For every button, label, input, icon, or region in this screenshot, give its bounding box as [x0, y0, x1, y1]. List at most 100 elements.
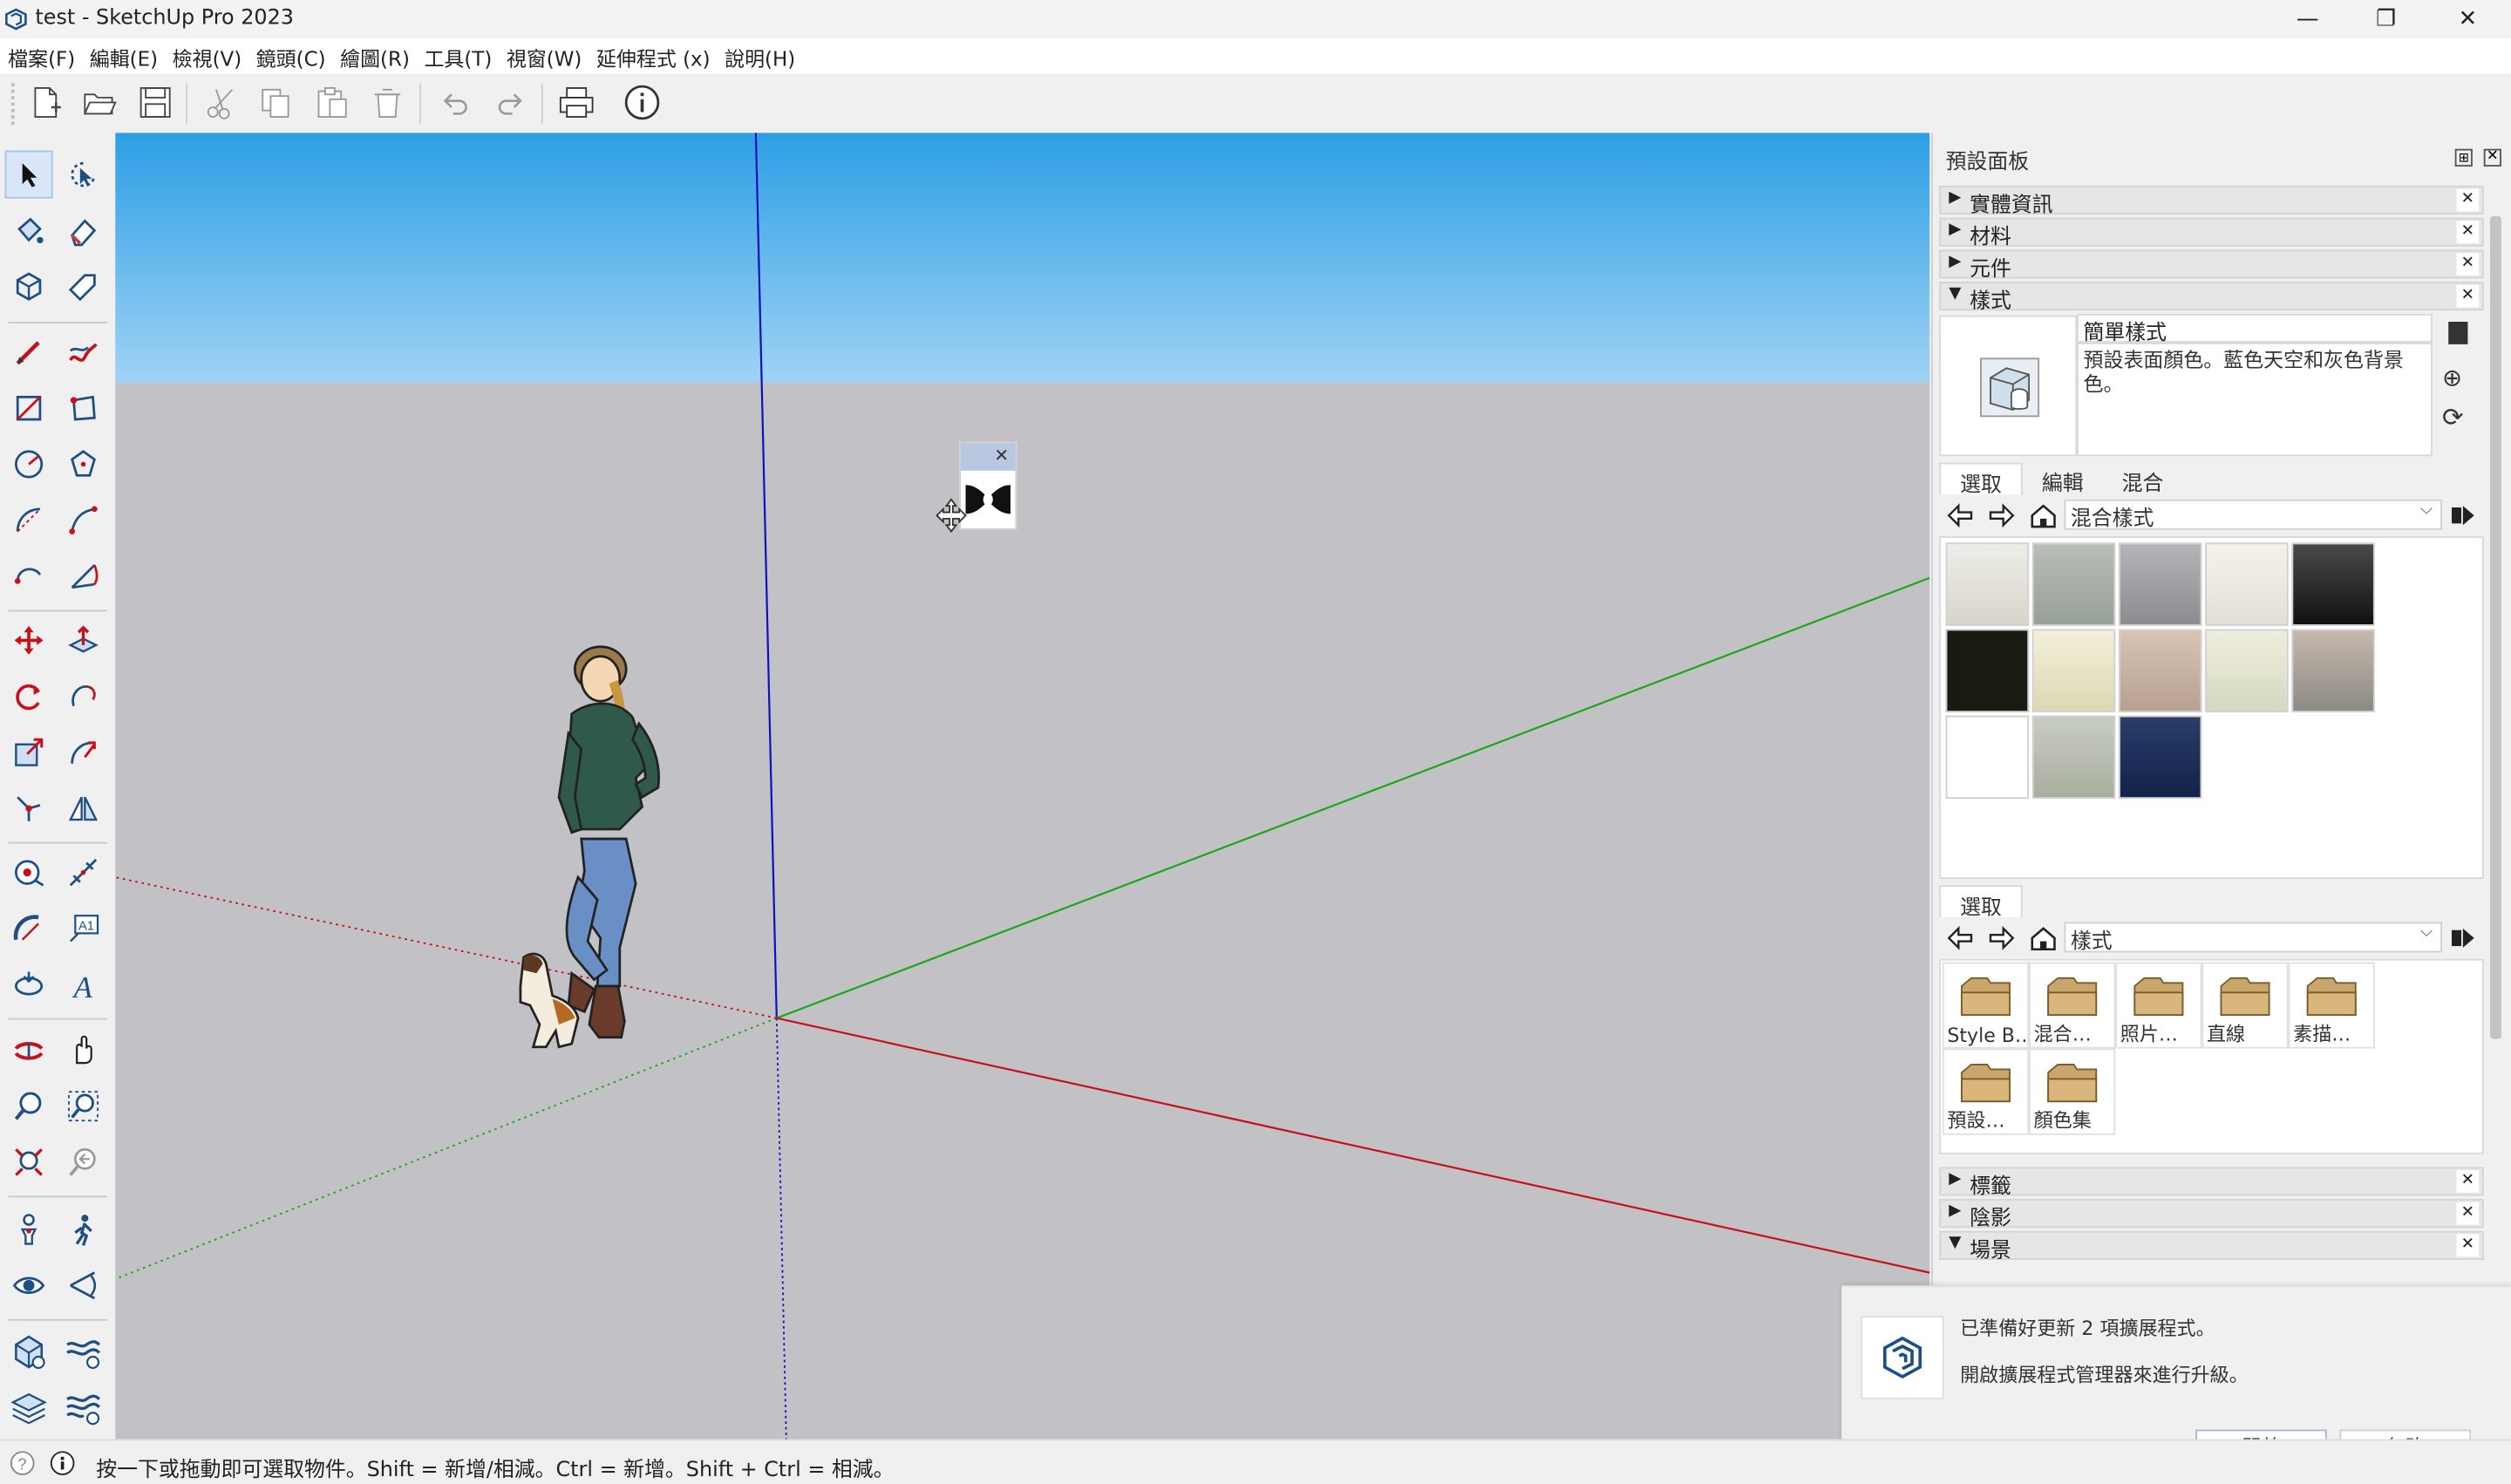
text-tool-icon[interactable]: A1	[59, 904, 107, 952]
eraser-tool-icon[interactable]	[59, 207, 107, 255]
instructor-info-icon[interactable]	[50, 1450, 75, 1475]
paste-icon[interactable]	[309, 80, 353, 125]
style-thumbnail[interactable]	[2205, 629, 2289, 713]
panel-tags[interactable]: ▶ 標籤 ✕	[1939, 1167, 2484, 1199]
new-file-icon[interactable]	[23, 80, 67, 125]
style-thumbnail[interactable]	[2118, 715, 2202, 800]
folder-item[interactable]: 顏色集	[2029, 1048, 2116, 1135]
style-collection-select[interactable]: 混合樣式 ⌵	[2064, 499, 2442, 532]
tag-tool-icon[interactable]	[59, 262, 107, 310]
sandbox-from-scratch-icon[interactable]	[59, 1329, 107, 1377]
menu-camera[interactable]: 鏡頭(C)	[256, 41, 326, 71]
zoom-tool-icon[interactable]	[5, 1082, 53, 1130]
cut-icon[interactable]	[199, 80, 243, 125]
zoom-extents-tool-icon[interactable]	[5, 1138, 53, 1186]
minimize-button[interactable]: —	[2269, 0, 2346, 38]
push-pull-tool-icon[interactable]	[59, 616, 107, 664]
model-viewport[interactable]: ✕	[115, 133, 1930, 1440]
circle-tool-icon[interactable]	[5, 440, 53, 488]
style-thumbnail[interactable]	[2118, 629, 2202, 713]
zoom-window-tool-icon[interactable]	[59, 1082, 107, 1130]
scale-figure-person[interactable]	[507, 637, 716, 1070]
folder-item[interactable]: 預設…	[1942, 1048, 2030, 1135]
style-description-field[interactable]: 預設表面顏色。藍色天空和灰色背景色。	[2077, 342, 2433, 457]
sandbox-smoove-icon[interactable]	[59, 1385, 107, 1433]
rotate-tool-icon[interactable]	[5, 672, 53, 720]
3d-text-tool-icon[interactable]: A	[59, 961, 107, 1009]
look-around-tool-icon[interactable]	[5, 1262, 53, 1310]
menu-help[interactable]: 說明(H)	[725, 41, 795, 71]
paint-bucket-tool-icon[interactable]	[5, 207, 53, 255]
sandbox-from-contours-icon[interactable]	[5, 1329, 53, 1377]
close-tray-icon[interactable]: ✕	[2483, 148, 2501, 167]
panel-scenes[interactable]: ▼ 場景 ✕	[1939, 1230, 2484, 1263]
section-plane-tool-icon[interactable]	[5, 961, 53, 1009]
menu-file[interactable]: 檔案(F)	[8, 41, 75, 71]
home-icon[interactable]	[2029, 503, 2058, 528]
close-icon[interactable]: ✕	[2456, 1201, 2480, 1225]
rectangle-tool-icon[interactable]	[5, 385, 53, 432]
panel-shadows[interactable]: ▶ 陰影 ✕	[1939, 1199, 2484, 1231]
secondary-collection-select[interactable]: 樣式 ⌵	[2064, 922, 2442, 954]
close-icon[interactable]: ✕	[2456, 1170, 2480, 1193]
tray-scrollbar-thumb[interactable]	[2490, 215, 2501, 1039]
freehand-tool-icon[interactable]	[59, 328, 107, 376]
bow-tie-icon[interactable]	[961, 475, 1015, 523]
close-icon[interactable]: ✕	[2456, 1234, 2480, 1257]
menu-extensions[interactable]: 延伸程式 (x)	[596, 41, 711, 71]
previous-view-tool-icon[interactable]	[59, 1138, 107, 1186]
toolbar-grip[interactable]	[10, 83, 17, 126]
pin-tray-icon[interactable]: ⊞	[2454, 148, 2473, 167]
print-icon[interactable]	[554, 80, 598, 125]
geo-location-icon[interactable]: ?	[10, 1450, 35, 1475]
update-style-icon[interactable]	[2448, 322, 2468, 344]
close-icon[interactable]: ✕	[2456, 284, 2480, 308]
folder-item[interactable]: 照片…	[2115, 962, 2202, 1049]
tab-edit[interactable]: 編輯	[2023, 463, 2103, 497]
protractor-tool-icon[interactable]	[5, 904, 53, 952]
style-thumbnail[interactable]	[2031, 542, 2116, 626]
axes-tool-icon[interactable]	[5, 785, 53, 833]
save-icon[interactable]	[133, 80, 177, 125]
refresh-icon[interactable]: ⟳	[2442, 402, 2464, 432]
undo-icon[interactable]	[432, 80, 477, 125]
panel-components[interactable]: ▶ 元件 ✕	[1939, 249, 2484, 282]
follow-me-tool-icon[interactable]	[59, 672, 107, 720]
close-icon[interactable]: ✕	[2456, 253, 2480, 276]
home-icon[interactable]	[2029, 925, 2058, 951]
menu-view[interactable]: 檢視(V)	[173, 41, 242, 71]
pie-tool-icon[interactable]	[59, 552, 107, 600]
move-tool-icon[interactable]	[5, 616, 53, 664]
three-point-arc-tool-icon[interactable]	[5, 552, 53, 600]
folder-item[interactable]: 素描…	[2288, 962, 2375, 1049]
menu-draw[interactable]: 繪圖(R)	[340, 41, 410, 71]
tape-measure-tool-icon[interactable]	[5, 848, 53, 896]
panel-styles[interactable]: ▼ 樣式 ✕	[1939, 282, 2484, 314]
style-thumbnail[interactable]	[2031, 629, 2116, 713]
offset-tool-icon[interactable]	[59, 728, 107, 776]
scale-tool-icon[interactable]	[5, 728, 53, 776]
style-thumbnail[interactable]	[2118, 542, 2202, 626]
folder-item[interactable]: Style B…	[1942, 962, 2031, 1049]
close-window-button[interactable]: ✕	[2429, 0, 2506, 38]
flip-tool-icon[interactable]	[59, 785, 107, 833]
arc-tool-icon[interactable]	[5, 496, 53, 544]
style-thumbnail[interactable]	[1945, 629, 2030, 713]
folder-item[interactable]: 直線	[2201, 962, 2289, 1049]
two-point-arc-tool-icon[interactable]	[59, 496, 107, 544]
position-camera-tool-icon[interactable]	[5, 1206, 53, 1254]
close-icon[interactable]: ✕	[2456, 221, 2480, 244]
tab-select[interactable]: 選取	[1939, 462, 2023, 498]
style-thumbnail[interactable]	[2291, 542, 2375, 626]
menu-tools[interactable]: 工具(T)	[424, 41, 492, 71]
style-thumbnail[interactable]	[2031, 715, 2116, 800]
menu-edit[interactable]: 編輯(E)	[90, 41, 158, 71]
tab-mix[interactable]: 混合	[2103, 463, 2183, 497]
panel-entity-info[interactable]: ▶ 實體資訊 ✕	[1939, 185, 2484, 218]
details-arrow-icon[interactable]	[2448, 925, 2477, 950]
polygon-tool-icon[interactable]	[59, 440, 107, 488]
style-thumbnail[interactable]	[2291, 629, 2375, 713]
restore-button[interactable]: ❐	[2348, 0, 2425, 38]
close-icon[interactable]: ✕	[994, 445, 1009, 466]
panel-materials[interactable]: ▶ 材料 ✕	[1939, 217, 2484, 249]
